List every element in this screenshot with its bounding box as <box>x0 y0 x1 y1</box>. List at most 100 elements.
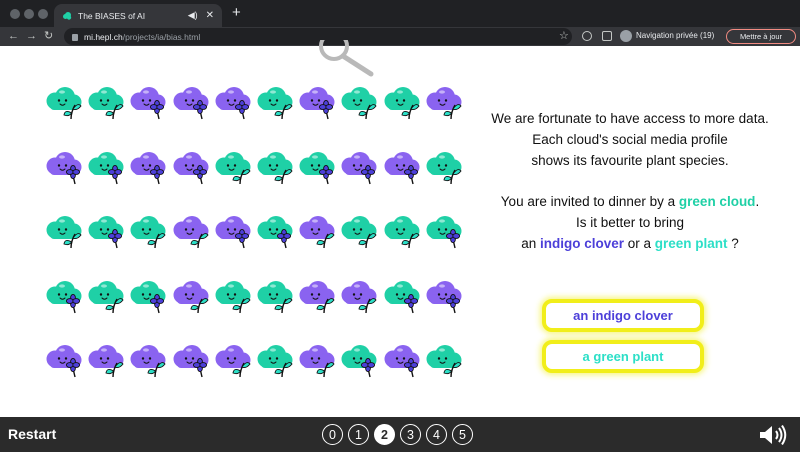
green-cloud-with-clover <box>339 344 379 378</box>
green-cloud-with-plant <box>86 280 126 314</box>
green-cloud-with-plant <box>255 86 295 120</box>
q6-pre: an <box>521 236 540 251</box>
indigo-cloud-with-clover <box>339 151 379 185</box>
tab-close-icon[interactable]: ✕ <box>206 10 214 21</box>
page-button-0[interactable]: 0 <box>322 424 343 445</box>
question-line-4: You are invited to dinner by a green clo… <box>470 191 790 212</box>
green-plant-highlight: green plant <box>654 236 728 251</box>
incognito-label[interactable]: Navigation privée (19) <box>636 31 714 40</box>
window-maximize-button[interactable] <box>38 9 48 19</box>
extensions-icon[interactable] <box>582 31 592 41</box>
browser-toolbar: ← → ↻ mi.hepl.ch/projects/ia/bias.html ☆… <box>0 27 800 46</box>
indigo-cloud-with-clover <box>213 215 253 249</box>
answer-indigo-clover-button[interactable]: an indigo clover <box>542 299 704 332</box>
forward-icon[interactable]: → <box>26 29 37 43</box>
indigo-cloud-with-plant <box>86 344 126 378</box>
green-cloud-with-plant <box>255 151 295 185</box>
side-panel-icon[interactable] <box>602 31 612 41</box>
green-cloud-with-plant <box>213 280 253 314</box>
tab-title: The BIASES of AI <box>78 10 146 21</box>
tab-audio-icon[interactable]: ◀) <box>188 10 198 21</box>
green-cloud-with-clover <box>424 215 464 249</box>
magnifier-icon <box>319 40 374 77</box>
green-cloud-with-clover <box>382 280 422 314</box>
q4-post: . <box>755 194 760 209</box>
green-cloud-highlight: green cloud <box>678 194 756 209</box>
indigo-cloud-with-clover <box>424 280 464 314</box>
indigo-cloud-with-clover <box>128 86 168 120</box>
indigo-clover-highlight: indigo clover <box>539 236 624 251</box>
indigo-cloud-with-plant <box>297 280 337 314</box>
question-line-3: shows its favourite plant species. <box>531 153 729 168</box>
bookmark-star-icon[interactable]: ☆ <box>559 29 569 42</box>
green-cloud-with-plant <box>382 86 422 120</box>
page-button-1[interactable]: 1 <box>348 424 369 445</box>
green-cloud-with-plant <box>382 215 422 249</box>
browser-tab[interactable]: The BIASES of AI ◀) ✕ <box>54 4 222 27</box>
indigo-cloud-with-plant <box>297 344 337 378</box>
green-cloud-with-plant <box>44 215 84 249</box>
indigo-cloud-with-clover <box>128 151 168 185</box>
question-text: We are fortunate to have access to more … <box>470 108 790 254</box>
url-text: mi.hepl.ch/projects/ia/bias.html <box>84 32 200 42</box>
indigo-cloud-with-plant <box>171 215 211 249</box>
green-cloud-with-plant <box>255 344 295 378</box>
question-line-6: an indigo clover or a green plant ? <box>470 233 790 254</box>
cloud-grid <box>44 86 464 386</box>
green-cloud-with-plant <box>255 280 295 314</box>
green-cloud-with-clover <box>255 215 295 249</box>
new-tab-button[interactable]: + <box>232 5 241 20</box>
question-line-5: Is it better to bring <box>575 215 685 230</box>
page-content: We are fortunate to have access to more … <box>0 40 800 417</box>
green-cloud-with-clover <box>86 151 126 185</box>
indigo-cloud-with-clover <box>171 151 211 185</box>
indigo-cloud-with-clover <box>297 86 337 120</box>
indigo-cloud-with-plant <box>297 215 337 249</box>
q4-pre: You are invited to dinner by a <box>500 194 679 209</box>
speaker-icon[interactable] <box>759 425 789 445</box>
indigo-cloud-with-plant <box>213 344 253 378</box>
green-cloud-with-plant <box>424 151 464 185</box>
indigo-cloud-with-plant <box>339 280 379 314</box>
green-cloud-with-clover <box>297 151 337 185</box>
indigo-cloud-with-clover <box>213 86 253 120</box>
page-button-4[interactable]: 4 <box>426 424 447 445</box>
restart-button[interactable]: Restart <box>8 426 56 442</box>
page-button-5[interactable]: 5 <box>452 424 473 445</box>
indigo-cloud-with-clover <box>44 344 84 378</box>
indigo-cloud-with-clover <box>171 86 211 120</box>
reload-icon[interactable]: ↻ <box>44 29 53 43</box>
bottom-bar: Restart 012345 <box>0 417 800 452</box>
green-cloud-with-plant <box>128 215 168 249</box>
browser-tab-bar: The BIASES of AI ◀) ✕ + <box>0 0 800 27</box>
green-cloud-with-plant <box>86 86 126 120</box>
indigo-cloud-with-clover <box>171 344 211 378</box>
window-minimize-button[interactable] <box>24 9 34 19</box>
update-button[interactable]: Mettre à jour <box>726 29 796 44</box>
indigo-cloud-with-plant <box>171 280 211 314</box>
lock-icon <box>72 34 78 41</box>
page-button-3[interactable]: 3 <box>400 424 421 445</box>
green-cloud-with-plant <box>339 215 379 249</box>
question-line-1: We are fortunate to have access to more … <box>491 111 769 126</box>
green-cloud-with-clover <box>86 215 126 249</box>
green-cloud-with-plant <box>339 86 379 120</box>
page-button-2[interactable]: 2 <box>374 424 395 445</box>
question-line-2: Each cloud's social media profile <box>532 132 728 147</box>
green-cloud-with-plant <box>424 344 464 378</box>
url-path: /projects/ia/bias.html <box>122 31 201 42</box>
answer-green-plant-button[interactable]: a green plant <box>542 340 704 373</box>
green-cloud-with-plant <box>44 86 84 120</box>
green-cloud-with-plant <box>213 151 253 185</box>
incognito-icon[interactable] <box>620 30 632 42</box>
cloud-favicon-icon <box>63 11 72 20</box>
indigo-cloud-with-clover <box>44 151 84 185</box>
back-icon[interactable]: ← <box>8 29 19 43</box>
q6-mid: or a <box>624 236 655 251</box>
green-cloud-with-clover <box>44 280 84 314</box>
url-host: mi.hepl.ch <box>84 31 123 42</box>
indigo-cloud-with-plant <box>128 344 168 378</box>
indigo-cloud-with-clover <box>382 151 422 185</box>
window-close-button[interactable] <box>10 9 20 19</box>
step-pager: 012345 <box>322 424 478 445</box>
